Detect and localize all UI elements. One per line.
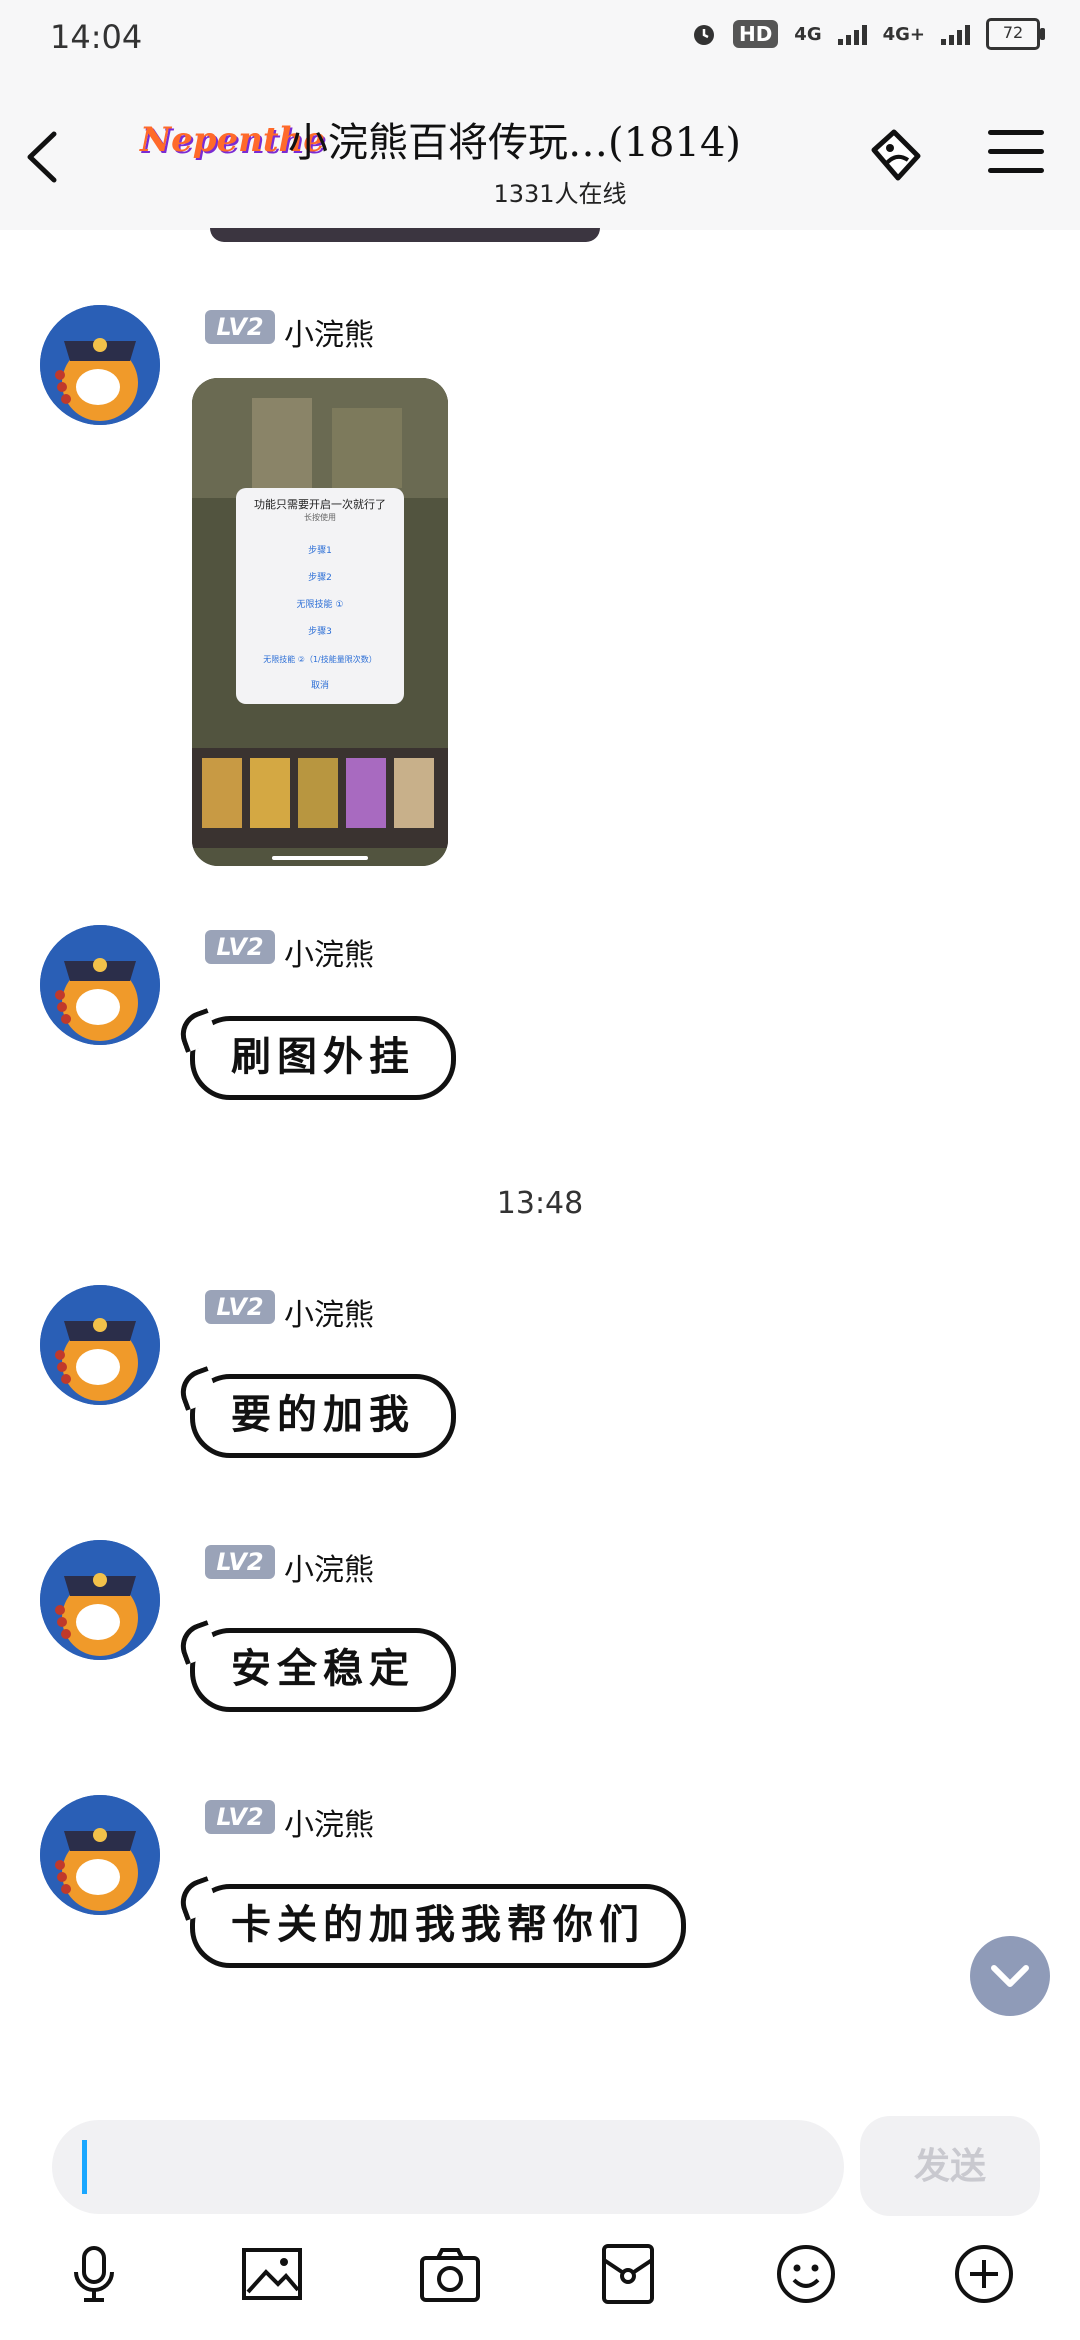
text-caret xyxy=(82,2140,87,2194)
raccoon-avatar-icon xyxy=(40,1795,160,1915)
raccoon-avatar-icon xyxy=(40,1540,160,1660)
input-toolbar xyxy=(0,2232,1080,2340)
image-icon[interactable] xyxy=(240,2242,304,2306)
raccoon-avatar-icon xyxy=(40,1285,160,1405)
message-bubble[interactable]: 安全稳定 xyxy=(190,1628,456,1712)
scroll-to-bottom-button[interactable] xyxy=(970,1936,1050,2016)
signal-bars-icon-2 xyxy=(941,23,970,45)
dialog-option: 步骤3 xyxy=(308,627,332,637)
message-bubble[interactable]: 要的加我 xyxy=(190,1374,456,1458)
hd-badge: HD xyxy=(732,20,779,48)
avatar[interactable] xyxy=(40,305,160,425)
avatar[interactable] xyxy=(40,1540,160,1660)
status-bar: 14:04 HD 4G 4G+ 72 xyxy=(0,0,1080,80)
message-bubble[interactable]: 卡关的加我我帮你们 xyxy=(190,1884,686,1968)
camera-icon[interactable] xyxy=(418,2242,482,2306)
mic-icon[interactable] xyxy=(62,2242,126,2306)
message-input[interactable] xyxy=(52,2120,844,2214)
sender-name[interactable]: 小浣熊 xyxy=(284,930,374,974)
avatar[interactable] xyxy=(40,1285,160,1405)
dialog-title: 功能只需要开启一次就行了 xyxy=(254,498,386,511)
send-button[interactable]: 发送 xyxy=(860,2116,1040,2216)
status-time: 14:04 xyxy=(50,18,143,56)
network-2: 4G+ xyxy=(882,23,925,45)
sender-name[interactable]: 小浣熊 xyxy=(284,1800,374,1844)
sender-name[interactable]: 小浣熊 xyxy=(284,310,374,354)
network-1: 4G xyxy=(794,23,822,45)
dialog-subtitle: 长按使用 xyxy=(304,513,336,522)
chat-header: Nepenthe 小浣熊百将传玩…(1814) 1331人在线 xyxy=(0,80,1080,230)
sender-name[interactable]: 小浣熊 xyxy=(284,1545,374,1589)
dialog-option: 取消 xyxy=(310,681,329,691)
avatar[interactable] xyxy=(40,925,160,1045)
time-separator: 13:48 xyxy=(496,1186,584,1221)
raccoon-avatar-icon xyxy=(40,925,160,1045)
dialog-option: 步骤1 xyxy=(308,546,332,556)
alarm-icon xyxy=(693,25,714,45)
message-image[interactable]: 功能只需要开启一次就行了 长按使用 步骤1 步骤2 无限技能 ① 步骤3 无限技… xyxy=(192,378,448,866)
raccoon-avatar-icon xyxy=(40,305,160,425)
share-tag-icon[interactable] xyxy=(860,120,930,190)
level-badge: LV2 xyxy=(205,1545,275,1579)
signal-bars-icon xyxy=(837,23,867,45)
chevron-down-icon xyxy=(991,1965,1029,1987)
dialog-option: 步骤2 xyxy=(308,573,332,583)
sender-name[interactable]: 小浣熊 xyxy=(284,1290,374,1334)
previous-image-edge xyxy=(210,228,600,242)
level-badge: LV2 xyxy=(205,1290,275,1324)
message-bubble[interactable]: 刷图外挂 xyxy=(190,1016,456,1100)
emoji-icon[interactable] xyxy=(774,2242,838,2306)
group-title[interactable]: 小浣熊百将传玩…(1814) xyxy=(288,110,741,168)
status-icons: HD 4G 4G+ 72 xyxy=(691,18,1045,50)
battery-icon: 72 xyxy=(986,18,1045,50)
dialog-option: 无限技能 ① xyxy=(296,600,344,610)
level-badge: LV2 xyxy=(205,310,275,344)
level-badge: LV2 xyxy=(205,930,275,964)
dialog-options: 步骤1 步骤2 无限技能 ① 步骤3 无限技能 ②（1/技能量限次数） 取消 xyxy=(236,538,404,700)
plus-icon[interactable] xyxy=(952,2242,1016,2306)
red-packet-icon[interactable] xyxy=(596,2242,660,2306)
menu-button[interactable] xyxy=(988,130,1044,180)
avatar[interactable] xyxy=(40,1795,160,1915)
level-badge: LV2 xyxy=(205,1800,275,1834)
dialog-option: 无限技能 ②（1/技能量限次数） xyxy=(263,655,377,664)
